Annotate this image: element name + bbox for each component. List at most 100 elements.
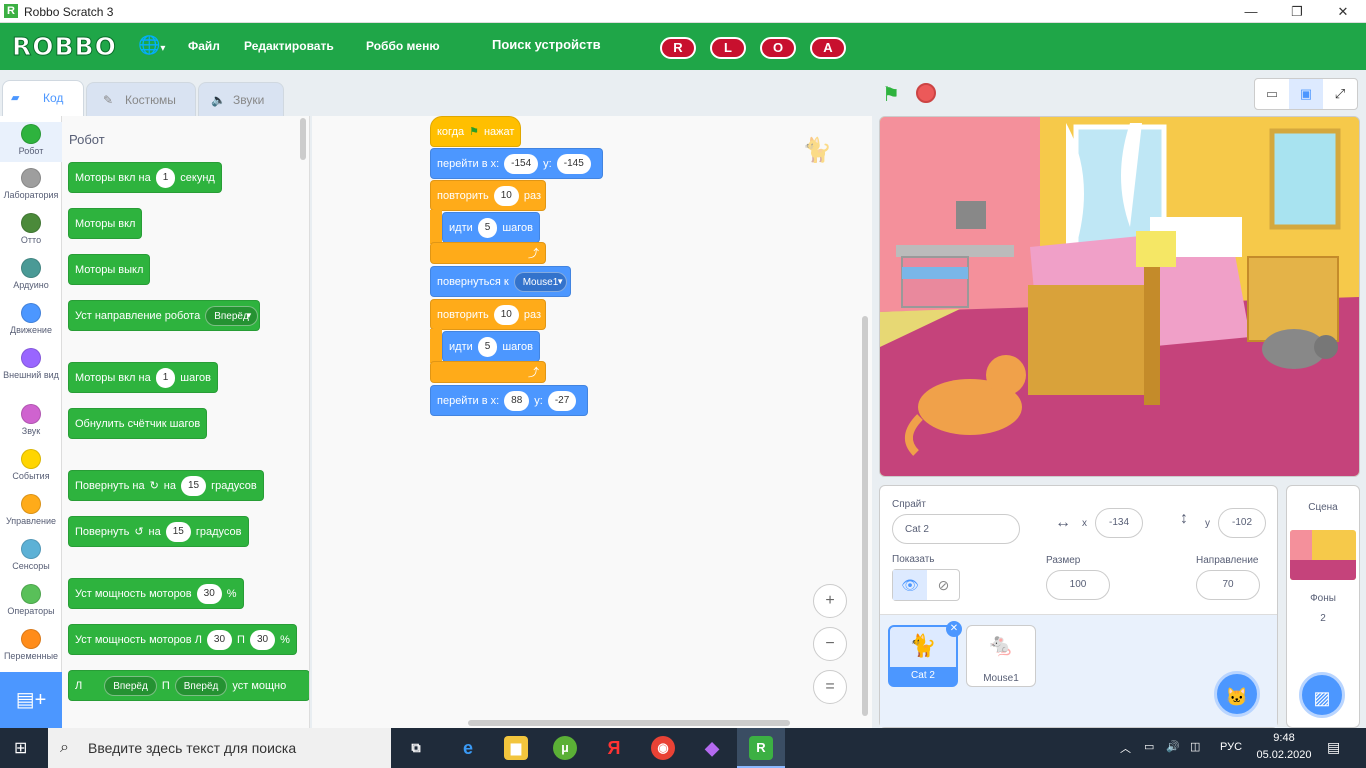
category-variables[interactable]: Переменные: [0, 629, 62, 661]
category-control[interactable]: Управление: [0, 494, 62, 526]
block-goto-xy-2[interactable]: перейти в x: 88 y: -27: [430, 385, 589, 416]
block-motors-on-seconds[interactable]: Моторы вкл на 1 секунд: [68, 162, 222, 193]
block-set-direction-lr[interactable]: Л Вперёд П Вперёд уст мощно: [68, 670, 309, 701]
app-balloon-icon[interactable]: ◆: [700, 736, 724, 760]
block-set-motor-power[interactable]: Уст мощность моторов 30%: [68, 578, 244, 609]
category-arduino[interactable]: Ардуино: [0, 258, 62, 290]
task-view-icon[interactable]: ⧉: [404, 736, 428, 760]
sprite-direction-input[interactable]: 70: [1196, 570, 1260, 600]
network-icon[interactable]: ◫: [1190, 740, 1200, 753]
block-motors-off[interactable]: Моторы выкл: [68, 254, 151, 285]
add-backdrop-button[interactable]: ▨: [1299, 672, 1345, 718]
sprite-name-input[interactable]: [892, 514, 1020, 544]
menu-edit[interactable]: Редактировать: [244, 39, 334, 53]
maximize-button[interactable]: ❐: [1274, 0, 1320, 23]
category-motion[interactable]: Движение: [0, 303, 62, 335]
sprite-size-input[interactable]: 100: [1046, 570, 1110, 600]
tab-code[interactable]: ▰ Код: [2, 80, 84, 116]
folder-icon[interactable]: ▆: [504, 736, 528, 760]
category-lab[interactable]: Лаборатория: [0, 168, 62, 200]
block-set-motor-power-lr[interactable]: Уст мощность моторов Л 30 П 30%: [68, 624, 297, 655]
block-repeat-2[interactable]: повторить 10 раз: [430, 299, 546, 330]
category-dot-operators: [21, 584, 41, 604]
workspace-vscroll[interactable]: [862, 316, 868, 716]
green-flag-icon[interactable]: ⚑: [882, 82, 900, 107]
menu-file[interactable]: Файл: [188, 39, 220, 53]
block-reset-step-counter[interactable]: Обнулить счётчик шагов: [68, 408, 208, 439]
eye-icon[interactable]: 👁: [893, 570, 927, 600]
block-set-direction[interactable]: Уст направление робота Вперёд ▼: [68, 300, 260, 331]
category-dot-robot: [21, 124, 41, 144]
workspace-hscroll[interactable]: [468, 720, 790, 726]
small-stage-icon[interactable]: ▭: [1255, 79, 1289, 109]
globe-icon[interactable]: 🌐▾: [138, 35, 165, 56]
add-extension-button[interactable]: ▤+: [0, 672, 62, 728]
fullscreen-icon[interactable]: ⤢: [1323, 79, 1357, 109]
category-operators[interactable]: Операторы: [0, 584, 62, 616]
robot-o-button[interactable]: O: [760, 37, 796, 59]
block-move-2[interactable]: идти 5 шагов: [442, 331, 540, 362]
category-otto[interactable]: Отто: [0, 213, 62, 245]
tray-chevron-icon[interactable]: ︿: [1120, 740, 1131, 756]
menu-robbo[interactable]: Роббо меню: [366, 39, 440, 53]
block-goto-xy-1[interactable]: перейти в x: -154 y: -145: [430, 148, 603, 179]
block-palette: Робот Моторы вкл на 1 секунд Моторы вкл Мо…: [62, 116, 310, 728]
block-turn-left[interactable]: Повернуть ↺ на 15 градусов: [68, 516, 249, 547]
windows-start-icon[interactable]: ⊞: [14, 738, 27, 758]
edge-icon[interactable]: e: [456, 736, 480, 760]
backdrop-thumbnail[interactable]: [1290, 530, 1356, 580]
tab-costumes[interactable]: ✎ Костюмы: [86, 82, 196, 116]
sprite-x-input[interactable]: -134: [1095, 508, 1143, 538]
zoom-out-button[interactable]: −: [813, 627, 847, 661]
utorrent-icon[interactable]: µ: [553, 736, 577, 760]
image-add-icon: ▨: [1313, 688, 1331, 708]
category-sensing[interactable]: Сенсоры: [0, 539, 62, 571]
normal-stage-icon[interactable]: ▣: [1289, 79, 1323, 109]
close-button[interactable]: ✕: [1320, 0, 1366, 23]
block-turn-right[interactable]: Повернуть на ↻ на 15 градусов: [68, 470, 264, 501]
search-devices-button[interactable]: Поиск устройств: [492, 37, 601, 52]
stage-canvas[interactable]: [879, 116, 1360, 477]
block-motors-on[interactable]: Моторы вкл: [68, 208, 143, 239]
eye-hidden-icon[interactable]: ⊘: [927, 570, 960, 600]
code-workspace[interactable]: 🐈 когда ⚑ нажат перейти в x: -154 y: -145 пов…: [312, 116, 872, 728]
robot-l-button[interactable]: L: [710, 37, 746, 59]
category-looks[interactable]: Внешний вид: [0, 348, 62, 380]
zoom-reset-icon: =: [825, 678, 835, 695]
sprite-label: Спрайт: [892, 499, 926, 510]
block-motors-on-steps[interactable]: Моторы вкл на 1 шагов: [68, 362, 218, 393]
robbo-logo[interactable]: ROBBO: [12, 32, 117, 62]
volume-icon[interactable]: 🔊: [1166, 740, 1180, 753]
add-sprite-button[interactable]: 🐱: [1214, 671, 1260, 717]
zoom-reset-button[interactable]: =: [813, 670, 847, 704]
minimize-button[interactable]: —: [1228, 0, 1274, 23]
delete-sprite-icon[interactable]: ✕: [946, 621, 962, 637]
sprite-thumb-cat[interactable]: 🐈 Cat 2 ✕: [888, 621, 962, 687]
robot-a-button[interactable]: A: [810, 37, 846, 59]
palette-scrollbar[interactable]: [300, 118, 306, 160]
notifications-icon[interactable]: ▤: [1327, 739, 1340, 756]
sprite-thumb-mouse[interactable]: 🐁 Mouse1: [966, 625, 1036, 687]
scene-panel: Сцена Фоны 2 ▨: [1286, 485, 1360, 728]
category-robot[interactable]: Робот: [0, 122, 62, 162]
robbo-taskbar-item[interactable]: R: [737, 728, 785, 768]
block-move-1[interactable]: идти 5 шагов: [442, 212, 540, 243]
category-sound[interactable]: Звук: [0, 404, 62, 436]
block-repeat-1[interactable]: повторить 10 раз: [430, 180, 546, 211]
category-events[interactable]: События: [0, 449, 62, 481]
tab-sounds[interactable]: 🔈 Звуки: [198, 82, 284, 116]
repeat-1-end: ⤴: [430, 242, 546, 264]
chrome-icon[interactable]: ◉: [651, 736, 675, 760]
stop-icon[interactable]: [916, 83, 936, 103]
yandex-icon[interactable]: Я: [602, 736, 626, 760]
title-bar: R Robbo Scratch 3 — ❐ ✕: [0, 0, 1366, 23]
language-indicator[interactable]: РУС: [1220, 741, 1242, 753]
robot-r-button[interactable]: R: [660, 37, 696, 59]
taskbar-search[interactable]: ⌕ Введите здесь текст для поиска: [48, 728, 391, 768]
zoom-in-button[interactable]: +: [813, 584, 847, 618]
backdrops-label: Фоны: [1310, 593, 1336, 604]
block-point-towards[interactable]: повернуться к Mouse1 ▼: [430, 266, 572, 297]
block-when-flag-clicked[interactable]: когда ⚑ нажат: [430, 116, 522, 147]
battery-icon[interactable]: ▭: [1144, 740, 1154, 753]
sprite-y-input[interactable]: -102: [1218, 508, 1266, 538]
